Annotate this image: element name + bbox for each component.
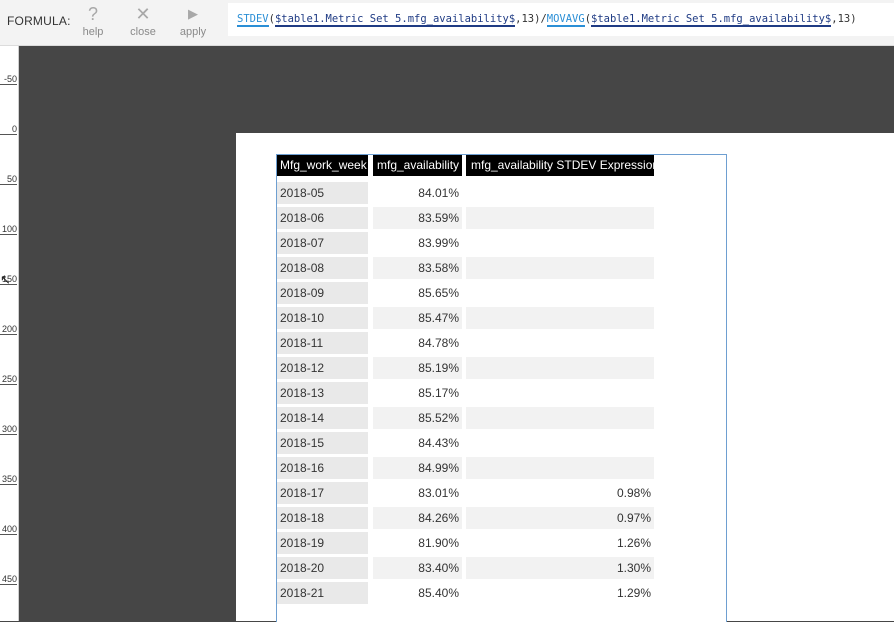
close-icon: ✕ <box>135 4 151 24</box>
ruler-tick: 200 <box>0 324 17 335</box>
cell-work-week: 2018-11 <box>277 332 368 354</box>
cell-stdev-expression <box>466 257 654 279</box>
cell-stdev-expression <box>466 307 654 329</box>
cell-work-week: 2018-09 <box>277 282 368 304</box>
help-button[interactable]: ? help <box>73 4 113 42</box>
cell-mfg-availability: 84.01% <box>418 186 459 200</box>
mouse-cursor-icon: ↖ <box>0 272 11 287</box>
formula-args: ,13) <box>831 13 857 25</box>
formula-args: ,13)/ <box>515 13 547 25</box>
ruler-tick: 0 <box>0 124 17 135</box>
cell-stdev-expression: 1.26% <box>616 536 651 550</box>
cell-stdev-expression <box>466 207 654 229</box>
cell-work-week: 2018-10 <box>277 307 368 329</box>
column-header-stdev-expression[interactable]: mfg_availability STDEV Expression <box>466 155 659 176</box>
close-button[interactable]: ✕ close <box>123 4 163 42</box>
cell-mfg-availability: 85.65% <box>418 286 459 300</box>
cell-work-week: 2018-16 <box>277 457 368 479</box>
cell-mfg-availability: 84.99% <box>373 457 462 479</box>
ruler-tick: 400 <box>0 524 17 535</box>
cell-mfg-availability: 85.47% <box>373 307 462 329</box>
cell-work-week: 2018-18 <box>277 507 368 529</box>
cell-stdev-expression <box>466 357 654 379</box>
close-label: close <box>130 26 156 38</box>
cell-work-week: 2018-06 <box>277 207 368 229</box>
ruler-tick: 350 <box>0 474 17 485</box>
cell-work-week: 2018-05 <box>277 182 368 204</box>
cell-stdev-expression: 0.97% <box>466 507 654 529</box>
cell-stdev-expression: 0.98% <box>616 486 651 500</box>
ruler-tick: 50 <box>0 174 17 185</box>
cell-mfg-availability: 81.90% <box>418 536 459 550</box>
help-label: help <box>82 26 104 38</box>
ruler-tick: 450 <box>0 574 17 585</box>
cell-work-week: 2018-07 <box>277 232 368 254</box>
cell-stdev-expression <box>466 232 654 254</box>
formula-function-movavg[interactable]: MOVAVG <box>546 13 585 27</box>
formula-reference[interactable]: $table1.Metric Set 5.mfg_availability$ <box>274 13 516 27</box>
formula-label: FORMULA: <box>7 14 71 28</box>
formula-expression: STDEV($table1.Metric Set 5.mfg_availabil… <box>237 13 857 27</box>
question-mark-icon: ? <box>87 4 98 24</box>
vertical-ruler: -50 0 50 100 150 200 250 300 350 400 450 <box>0 46 19 621</box>
formula-toolbar: FORMULA: ? help ✕ close ▶ apply STDEV($t… <box>0 0 894 46</box>
cell-mfg-availability: 85.17% <box>418 386 459 400</box>
cell-work-week: 2018-20 <box>277 557 368 579</box>
cell-stdev-expression <box>466 182 654 204</box>
cell-work-week: 2018-08 <box>277 257 368 279</box>
ruler-tick: -50 <box>0 74 17 85</box>
cell-mfg-availability: 85.52% <box>373 407 462 429</box>
cell-stdev-expression <box>466 432 654 454</box>
cell-mfg-availability: 84.26% <box>373 507 462 529</box>
cell-mfg-availability: 85.40% <box>418 586 459 600</box>
cell-mfg-availability: 83.59% <box>373 207 462 229</box>
cell-mfg-availability: 83.99% <box>418 236 459 250</box>
formula-input[interactable]: STDEV($table1.Metric Set 5.mfg_availabil… <box>228 3 894 36</box>
cell-stdev-expression: 1.30% <box>466 557 654 579</box>
cell-work-week: 2018-15 <box>277 432 368 454</box>
formula-function-stdev[interactable]: STDEV <box>237 13 269 27</box>
cell-stdev-expression <box>466 282 654 304</box>
formula-paren: ( <box>268 13 275 25</box>
cell-stdev-expression <box>466 457 654 479</box>
cell-stdev-expression <box>466 332 654 354</box>
column-header-mfg-availability[interactable]: mfg_availability <box>373 155 462 176</box>
cell-work-week: 2018-13 <box>277 382 368 404</box>
cell-mfg-availability: 83.40% <box>373 557 462 579</box>
cell-mfg-availability: 83.01% <box>418 486 459 500</box>
cell-stdev-expression <box>466 407 654 429</box>
apply-button[interactable]: ▶ apply <box>173 4 213 42</box>
ruler-tick: 300 <box>0 424 17 435</box>
play-icon: ▶ <box>188 6 198 21</box>
cell-stdev-expression: 1.29% <box>616 586 651 600</box>
cell-work-week: 2018-19 <box>277 532 368 554</box>
column-header-mfg-work-week[interactable]: Mfg_work_week <box>277 155 368 176</box>
apply-label: apply <box>179 26 207 38</box>
cell-work-week: 2018-21 <box>277 582 368 604</box>
cell-mfg-availability: 84.78% <box>418 336 459 350</box>
cell-stdev-expression <box>466 382 654 404</box>
cell-work-week: 2018-14 <box>277 407 368 429</box>
cell-work-week: 2018-17 <box>277 482 368 504</box>
cell-mfg-availability: 85.19% <box>373 357 462 379</box>
cell-mfg-availability: 84.43% <box>418 436 459 450</box>
cell-mfg-availability: 83.58% <box>373 257 462 279</box>
formula-reference[interactable]: $table1.Metric Set 5.mfg_availability$ <box>591 13 832 27</box>
cell-work-week: 2018-12 <box>277 357 368 379</box>
ruler-tick: 250 <box>0 374 17 385</box>
ruler-tick: 100 <box>0 224 17 235</box>
